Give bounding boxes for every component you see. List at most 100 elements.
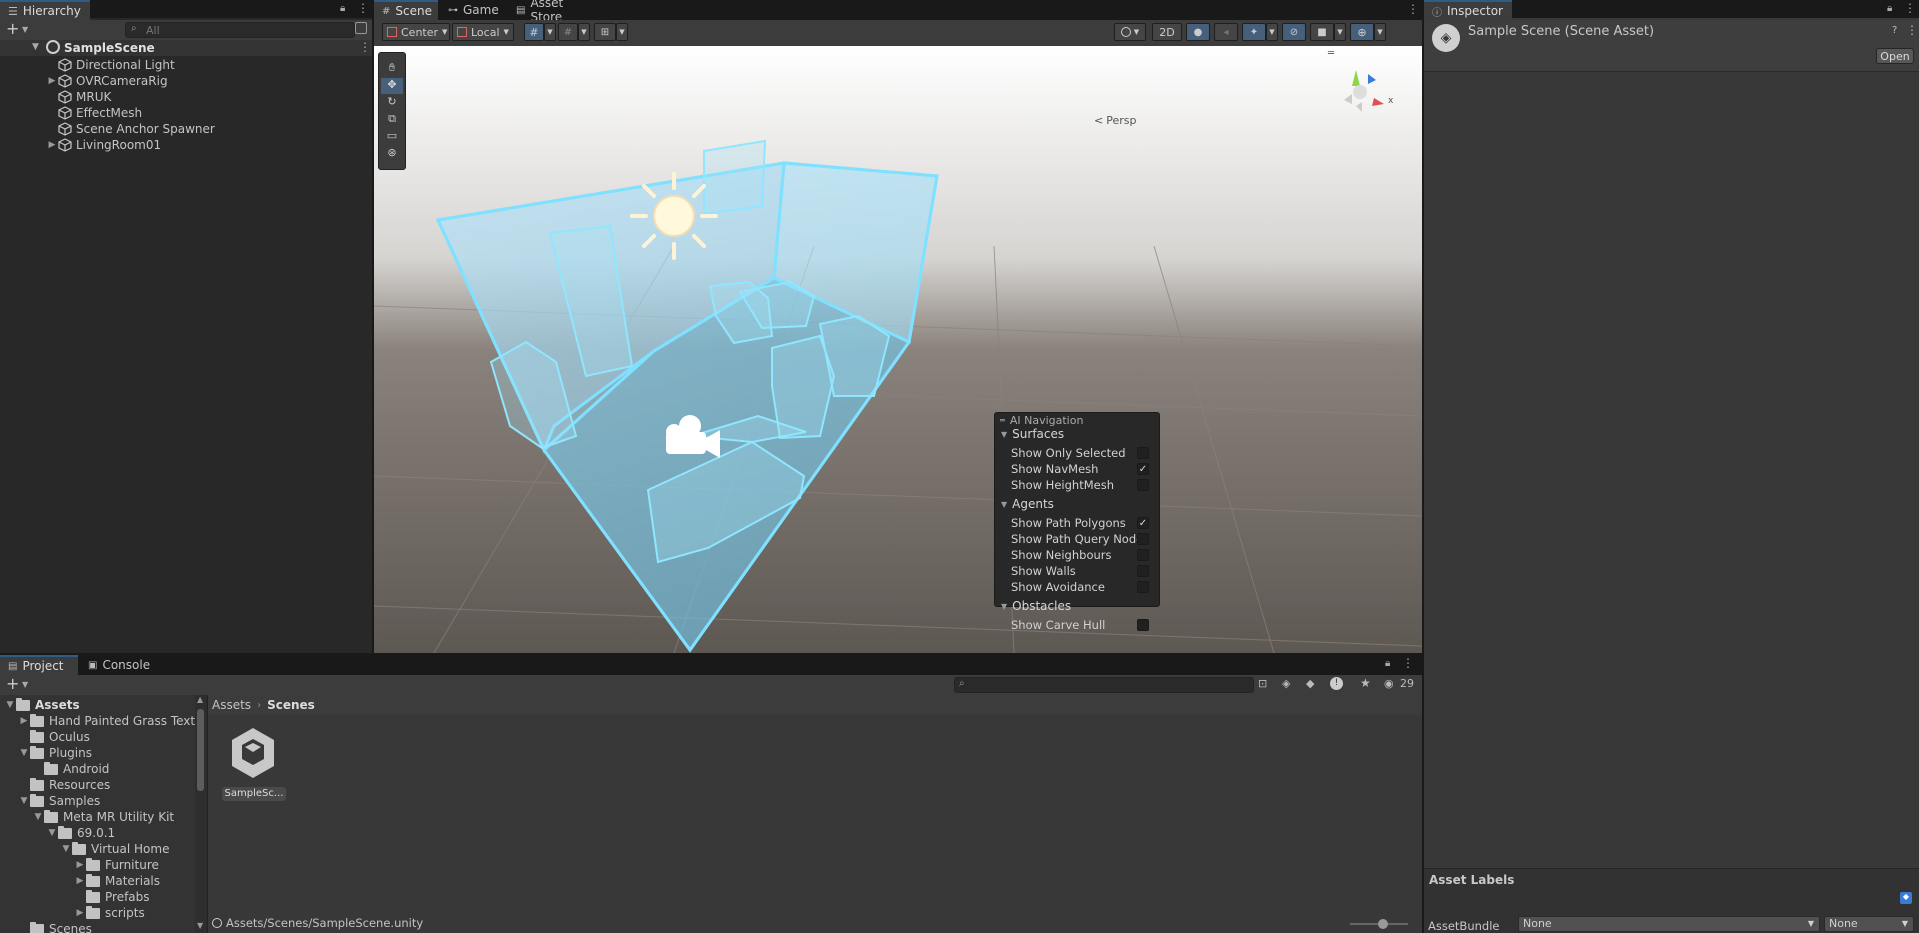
breadcrumb-assets[interactable]: Assets bbox=[212, 698, 251, 712]
breadcrumb-scenes[interactable]: Scenes bbox=[267, 698, 315, 712]
hierarchy-item[interactable]: Scene Anchor Spawner bbox=[0, 121, 372, 137]
tab-game[interactable]: ⊶ Game bbox=[440, 0, 504, 20]
camera-settings-button[interactable]: ■ bbox=[1310, 23, 1334, 41]
create-add-icon[interactable]: + bbox=[6, 674, 19, 693]
expanded-arrow-icon[interactable]: ▼ bbox=[18, 747, 30, 759]
project-folder-item[interactable]: ▶ Materials bbox=[74, 873, 160, 889]
project-folder-item[interactable]: ▼ 69.0.1 bbox=[46, 825, 115, 841]
icon-size-slider[interactable] bbox=[1350, 919, 1408, 929]
expanded-arrow-icon[interactable]: ▼ bbox=[32, 811, 44, 823]
gizmos-dropdown[interactable]: ▼ bbox=[1374, 23, 1386, 41]
ai-navigation-header[interactable]: ═ AI Navigation bbox=[995, 413, 1159, 427]
scene-kebab-icon[interactable]: ⋮ bbox=[359, 40, 371, 54]
ai-section-header[interactable]: ▼ Surfaces bbox=[1001, 427, 1064, 441]
scene-expand-arrow[interactable]: ▼ bbox=[32, 42, 39, 52]
hierarchy-item[interactable]: EffectMesh bbox=[0, 105, 372, 121]
audio-toggle-button[interactable]: ◂ bbox=[1214, 23, 1238, 41]
pivot-rotation-dropdown[interactable]: Local ▼ bbox=[452, 23, 514, 41]
settings-kebab-icon[interactable]: ⋮ bbox=[1906, 23, 1918, 37]
collapsed-arrow-icon[interactable]: ▶ bbox=[74, 859, 86, 871]
collapsed-arrow-icon[interactable]: ▶ bbox=[74, 907, 86, 919]
lock-icon[interactable]: 🔒︎ bbox=[340, 3, 350, 14]
project-folder-item[interactable]: Android bbox=[32, 761, 109, 777]
scene-viewport[interactable]: ✋︎ ✥ ↻ ⧉ ▭ ⊛ ═ x < Persp ═ AI Navigation… bbox=[374, 46, 1422, 653]
add-dropdown-icon[interactable]: ▼ bbox=[22, 25, 28, 34]
ai-option-checkbox[interactable] bbox=[1137, 549, 1149, 561]
effects-dropdown[interactable]: ▼ bbox=[1266, 23, 1278, 41]
help-icon[interactable]: ? bbox=[1892, 25, 1897, 36]
collapsed-arrow-icon[interactable]: ▶ bbox=[18, 715, 30, 727]
assetbundle-dropdown[interactable]: None ▼ bbox=[1518, 916, 1820, 932]
tab-hierarchy[interactable]: ☰ Hierarchy bbox=[0, 0, 90, 20]
tree-scrollbar-thumb[interactable] bbox=[197, 709, 204, 791]
tag-filter-icon[interactable]: ◆ bbox=[1306, 677, 1314, 690]
project-folder-item[interactable]: Resources bbox=[18, 777, 110, 793]
project-folder-item[interactable]: ▶ Furniture bbox=[74, 857, 159, 873]
ai-section-header[interactable]: ▼ Obstacles bbox=[1001, 599, 1071, 613]
ruler-button[interactable]: ⊞ bbox=[594, 23, 616, 41]
section-collapse-arrow-icon[interactable]: ▼ bbox=[1001, 602, 1007, 611]
grid-snap-button[interactable]: # bbox=[524, 23, 544, 41]
gizmos-toggle-button[interactable]: ⊕ bbox=[1350, 23, 1374, 41]
ai-option-checkbox[interactable] bbox=[1137, 581, 1149, 593]
project-folder-item[interactable]: ▼ Virtual Home bbox=[60, 841, 169, 857]
tab-scene[interactable]: # Scene bbox=[374, 0, 438, 20]
snap-increment-dropdown[interactable]: ▼ bbox=[578, 23, 590, 41]
assetbundle-variant-dropdown[interactable]: None ▼ bbox=[1824, 916, 1914, 932]
add-icon[interactable]: + bbox=[6, 19, 19, 38]
gizmo-menu-icon[interactable]: ═ bbox=[1328, 48, 1334, 59]
expand-arrow-icon[interactable]: ▶ bbox=[46, 75, 58, 87]
open-button[interactable]: Open bbox=[1876, 48, 1914, 64]
search-by-label-icon[interactable]: ◈ bbox=[1282, 677, 1290, 690]
move-tool-button[interactable]: ✥ bbox=[381, 78, 403, 94]
ai-option-checkbox[interactable]: ✓ bbox=[1137, 463, 1149, 475]
tag-icon[interactable]: ◆ bbox=[1900, 892, 1912, 904]
grid-snap-dropdown[interactable]: ▼ bbox=[544, 23, 556, 41]
section-collapse-arrow-icon[interactable]: ▼ bbox=[1001, 500, 1007, 509]
project-folder-item[interactable]: Oculus bbox=[18, 729, 90, 745]
ai-section-header[interactable]: ▼ Agents bbox=[1001, 497, 1054, 511]
ai-option-checkbox[interactable] bbox=[1137, 565, 1149, 577]
rect-tool-button[interactable]: ▭ bbox=[381, 129, 403, 145]
transform-tool-button[interactable]: ⊛ bbox=[381, 146, 403, 162]
expanded-arrow-icon[interactable]: ▼ bbox=[46, 827, 58, 839]
tab-project[interactable]: ▤ Project bbox=[0, 655, 78, 675]
scroll-down-icon[interactable]: ▼ bbox=[197, 921, 203, 930]
ai-option-checkbox[interactable] bbox=[1137, 619, 1149, 631]
create-dropdown-icon[interactable]: ▼ bbox=[22, 680, 28, 689]
camera-settings-dropdown[interactable]: ▼ bbox=[1334, 23, 1346, 41]
tab-inspector[interactable]: ⓘ Inspector bbox=[1424, 0, 1512, 20]
ruler-dropdown[interactable]: ▼ bbox=[616, 23, 628, 41]
hierarchy-item[interactable]: Directional Light bbox=[0, 57, 372, 73]
hierarchy-item[interactable]: ▶ LivingRoom01 bbox=[0, 137, 372, 153]
kebab-menu-icon[interactable]: ⋮ bbox=[357, 1, 369, 15]
scroll-up-icon[interactable]: ▲ bbox=[197, 695, 203, 704]
hierarchy-search-input[interactable]: ⌕ All bbox=[125, 22, 355, 38]
lighting-toggle-button[interactable]: ● bbox=[1186, 23, 1210, 41]
hierarchy-item[interactable]: ▶ OVRCameraRig bbox=[0, 73, 372, 89]
section-collapse-arrow-icon[interactable]: ▼ bbox=[1001, 430, 1007, 439]
drag-handle-icon[interactable]: ═ bbox=[1000, 416, 1005, 425]
tab-asset-store[interactable]: ▤ Asset Store bbox=[508, 0, 603, 24]
project-search-input[interactable]: ⌕ bbox=[954, 677, 1254, 693]
project-folder-item[interactable]: ▼ Assets bbox=[4, 697, 80, 713]
hierarchy-item[interactable]: MRUK bbox=[0, 89, 372, 105]
effects-toggle-button[interactable]: ✦ bbox=[1242, 23, 1266, 41]
project-folder-item[interactable]: ▼ Plugins bbox=[18, 745, 92, 761]
ai-option-checkbox[interactable]: ✓ bbox=[1137, 517, 1149, 529]
scene-kebab-menu-icon[interactable]: ⋮ bbox=[1407, 2, 1419, 16]
project-lock-icon[interactable]: 🔒︎ bbox=[1385, 658, 1390, 669]
hierarchy-filter-icon[interactable] bbox=[355, 22, 367, 34]
expanded-arrow-icon[interactable]: ▼ bbox=[18, 795, 30, 807]
rotate-tool-button[interactable]: ↻ bbox=[381, 95, 403, 111]
expand-arrow-icon[interactable]: ▶ bbox=[46, 139, 58, 151]
draw-mode-dropdown[interactable]: ▼ bbox=[1114, 23, 1146, 41]
slider-thumb[interactable] bbox=[1378, 919, 1388, 929]
2d-toggle-button[interactable]: 2D bbox=[1152, 23, 1182, 41]
ai-option-checkbox[interactable] bbox=[1137, 447, 1149, 459]
project-folder-item[interactable]: Prefabs bbox=[74, 889, 150, 905]
ai-option-checkbox[interactable] bbox=[1137, 533, 1149, 545]
snap-increment-button[interactable]: # bbox=[558, 23, 578, 41]
scale-tool-button[interactable]: ⧉ bbox=[381, 112, 403, 128]
project-folder-item[interactable]: ▼ Meta MR Utility Kit bbox=[32, 809, 174, 825]
